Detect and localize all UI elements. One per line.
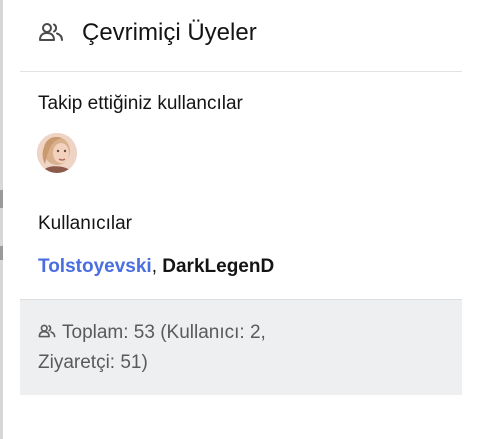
followed-users-title: Takip ettiğiniz kullancılar: [38, 93, 243, 114]
user-link-darklegend[interactable]: DarkLegenD: [162, 256, 274, 277]
page-left-mark: [0, 190, 3, 208]
online-total-stats: Toplam: 53 (Kullanıcı: 2, Ziyaretçi: 51): [38, 322, 266, 373]
user-separator: ,: [151, 256, 163, 277]
user-link-tolstoyevski[interactable]: Tolstoyevski: [38, 256, 152, 277]
widget-header: Çevrimiçi Üyeler: [20, 0, 462, 72]
widget-footer: Toplam: 53 (Kullanıcı: 2, Ziyaretçi: 51): [20, 299, 462, 395]
widget-title: Çevrimiçi Üyeler: [82, 19, 257, 46]
online-members-widget: Çevrimiçi Üyeler Takip ettiğiniz kullanc…: [20, 0, 462, 395]
page-left-mark: [0, 246, 3, 260]
users-section-title: Kullanıcılar: [38, 213, 132, 234]
page-left-edge: [0, 0, 3, 439]
user-avatar[interactable]: [37, 133, 77, 173]
users-icon: [38, 22, 64, 42]
online-user-list: Tolstoyevski, DarkLegenD: [38, 254, 274, 280]
